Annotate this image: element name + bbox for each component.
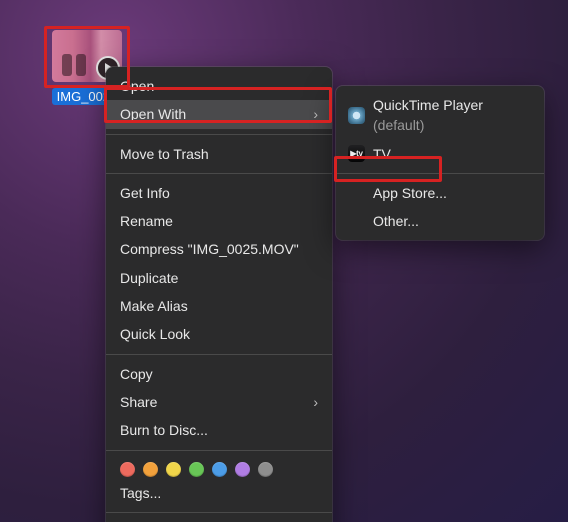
menu-share-label: Share (120, 392, 157, 412)
submenu-other[interactable]: Other... (336, 207, 544, 235)
submenu-tv[interactable]: ▶tv TV (336, 140, 544, 168)
tag-color-yellow[interactable] (166, 462, 181, 477)
menu-get-info[interactable]: Get Info (106, 179, 332, 207)
menu-rename[interactable]: Rename (106, 207, 332, 235)
menu-open-label: Open (120, 76, 154, 96)
open-with-submenu: QuickTime Player (default) ▶tv TV App St… (336, 86, 544, 240)
menu-burn[interactable]: Burn to Disc... (106, 416, 332, 444)
menu-separator (106, 450, 332, 451)
tv-icon: ▶tv (348, 145, 365, 162)
tag-color-row (106, 456, 332, 479)
menu-copy-label: Copy (120, 364, 153, 384)
menu-get-info-label: Get Info (120, 183, 170, 203)
menu-tags[interactable]: Tags... (106, 479, 332, 507)
submenu-quicktime-suffix: (default) (373, 117, 424, 133)
menu-separator (106, 134, 332, 135)
tag-color-purple[interactable] (235, 462, 250, 477)
menu-quick-look[interactable]: Quick Look (106, 320, 332, 348)
context-menu: Open Open With › Move to Trash Get Info … (106, 67, 332, 522)
menu-share[interactable]: Share › (106, 388, 332, 416)
tag-color-red[interactable] (120, 462, 135, 477)
submenu-other-label: Other... (373, 211, 419, 231)
menu-duplicate[interactable]: Duplicate (106, 264, 332, 292)
quicktime-icon (348, 107, 365, 124)
menu-quick-look-label: Quick Look (120, 324, 190, 344)
menu-move-to-trash[interactable]: Move to Trash (106, 140, 332, 168)
menu-make-alias-label: Make Alias (120, 296, 188, 316)
submenu-app-store-label: App Store... (373, 183, 447, 203)
menu-make-alias[interactable]: Make Alias (106, 292, 332, 320)
menu-separator (106, 354, 332, 355)
menu-separator (106, 173, 332, 174)
tag-color-blue[interactable] (212, 462, 227, 477)
menu-trash-label: Move to Trash (120, 144, 209, 164)
menu-compress[interactable]: Compress "IMG_0025.MOV" (106, 235, 332, 263)
submenu-quicktime-label: QuickTime Player (373, 97, 483, 113)
tag-color-orange[interactable] (143, 462, 158, 477)
menu-separator (336, 173, 544, 174)
menu-duplicate-label: Duplicate (120, 268, 178, 288)
menu-open-with[interactable]: Open With › (106, 100, 332, 128)
tag-color-green[interactable] (189, 462, 204, 477)
submenu-tv-label: TV (373, 144, 391, 164)
menu-burn-label: Burn to Disc... (120, 420, 208, 440)
menu-copy[interactable]: Copy (106, 360, 332, 388)
menu-open-with-label: Open With (120, 104, 186, 124)
menu-open[interactable]: Open (106, 72, 332, 100)
submenu-app-store[interactable]: App Store... (336, 179, 544, 207)
tag-color-gray[interactable] (258, 462, 273, 477)
menu-rename-label: Rename (120, 211, 173, 231)
menu-quick-actions[interactable]: Quick Actions › (106, 518, 332, 522)
menu-tags-label: Tags... (120, 483, 161, 503)
submenu-quicktime[interactable]: QuickTime Player (default) (336, 91, 544, 140)
menu-separator (106, 512, 332, 513)
chevron-right-icon: › (313, 392, 318, 412)
menu-compress-label: Compress "IMG_0025.MOV" (120, 239, 299, 259)
chevron-right-icon: › (313, 104, 318, 124)
